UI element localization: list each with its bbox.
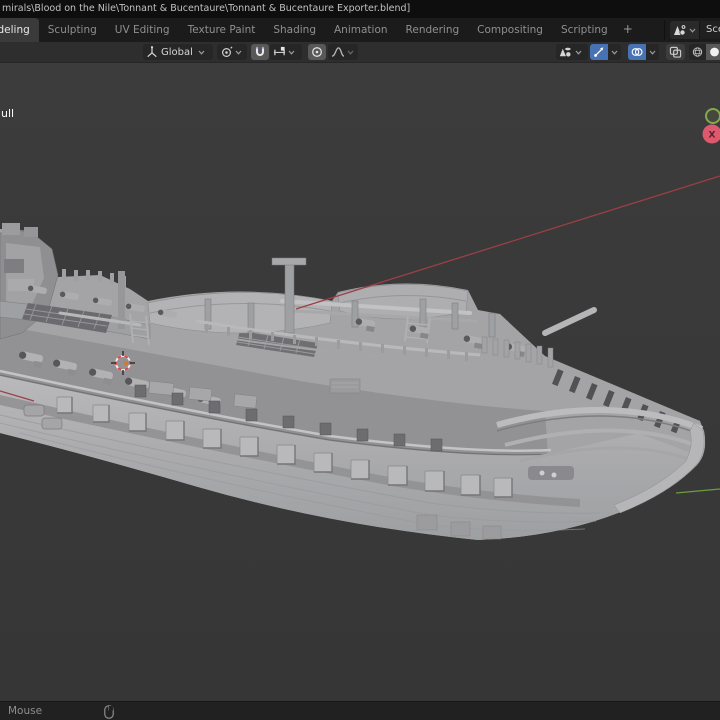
chevron-down-icon [689,28,696,33]
chevron-down-icon [288,50,295,55]
shading-wireframe-button[interactable] [689,44,706,60]
active-object-label: ull [1,107,15,120]
window-title: mirals\Blood on the Nile\Tonnant & Bucen… [0,0,720,18]
overlays-dropdown[interactable] [646,44,659,60]
tab-compositing[interactable]: Compositing [468,18,552,42]
object-visibility-dropdown[interactable] [556,44,588,60]
scene-icon-button[interactable] [670,21,699,39]
tab-scripting[interactable]: Scripting [552,18,617,42]
pivot-point-icon [221,46,233,57]
workspace-tab-bar: Modeling Sculpting UV Editing Texture Pa… [0,18,720,42]
tab-rendering[interactable]: Rendering [397,18,469,42]
gizmo-axis-y-negative[interactable] [705,108,720,124]
transform-orientation-icon [147,46,157,58]
snap-toggle-button[interactable] [251,44,269,60]
shading-solid-button[interactable] [706,44,720,60]
solid-shading-icon [710,47,719,57]
snap-target-dropdown[interactable] [270,44,302,60]
object-visibility-icon [559,47,572,57]
chevron-down-icon [649,50,656,55]
chevron-down-icon [198,50,205,55]
chevron-down-icon [611,50,618,55]
bow-trim-band [528,466,574,480]
chevron-down-icon [235,50,242,55]
tab-sculpting[interactable]: Sculpting [39,18,106,42]
3d-viewport[interactable]: X ull [0,63,720,701]
tab-modeling[interactable]: Modeling [0,18,39,42]
falloff-curve-icon [331,47,345,57]
tab-animation[interactable]: Animation [325,18,397,42]
show-gizmos-toggle[interactable] [590,44,608,60]
mouse-icon [104,705,114,719]
gizmo-x-label: X [709,131,716,141]
scene-name-label[interactable]: Scene [699,21,720,39]
wireframe-shading-icon [692,47,703,57]
viewport-header: Global [0,42,720,63]
proportional-editing-toggle[interactable] [308,44,326,60]
gizmos-dropdown[interactable] [608,44,621,60]
proportional-editing-icon [312,47,322,57]
chevron-down-icon [575,50,582,55]
gizmo-icon [594,47,604,57]
tab-uv-editing[interactable]: UV Editing [106,18,179,42]
status-bar: Mouse [0,701,720,720]
scene-selector[interactable]: Scene [664,20,720,40]
chevron-down-icon [347,50,354,55]
xray-toggle-icon [669,46,682,58]
xray-toggle[interactable] [666,44,685,60]
status-keymap-hint: Mouse [8,705,43,717]
orientation-label: Global [161,46,193,58]
falloff-dropdown[interactable] [328,44,358,60]
snap-target-icon [273,46,286,56]
ship-model-render: X [0,63,720,701]
show-overlays-toggle[interactable] [628,44,646,60]
scene-icon [674,24,686,35]
add-workspace-button[interactable]: + [617,18,639,42]
snap-magnet-icon [255,46,265,56]
transform-orientation-dropdown[interactable]: Global [143,44,213,60]
tab-texture-paint[interactable]: Texture Paint [179,18,265,42]
overlays-icon [631,48,643,56]
tab-shading[interactable]: Shading [264,18,325,42]
pivot-point-dropdown[interactable] [217,44,247,60]
